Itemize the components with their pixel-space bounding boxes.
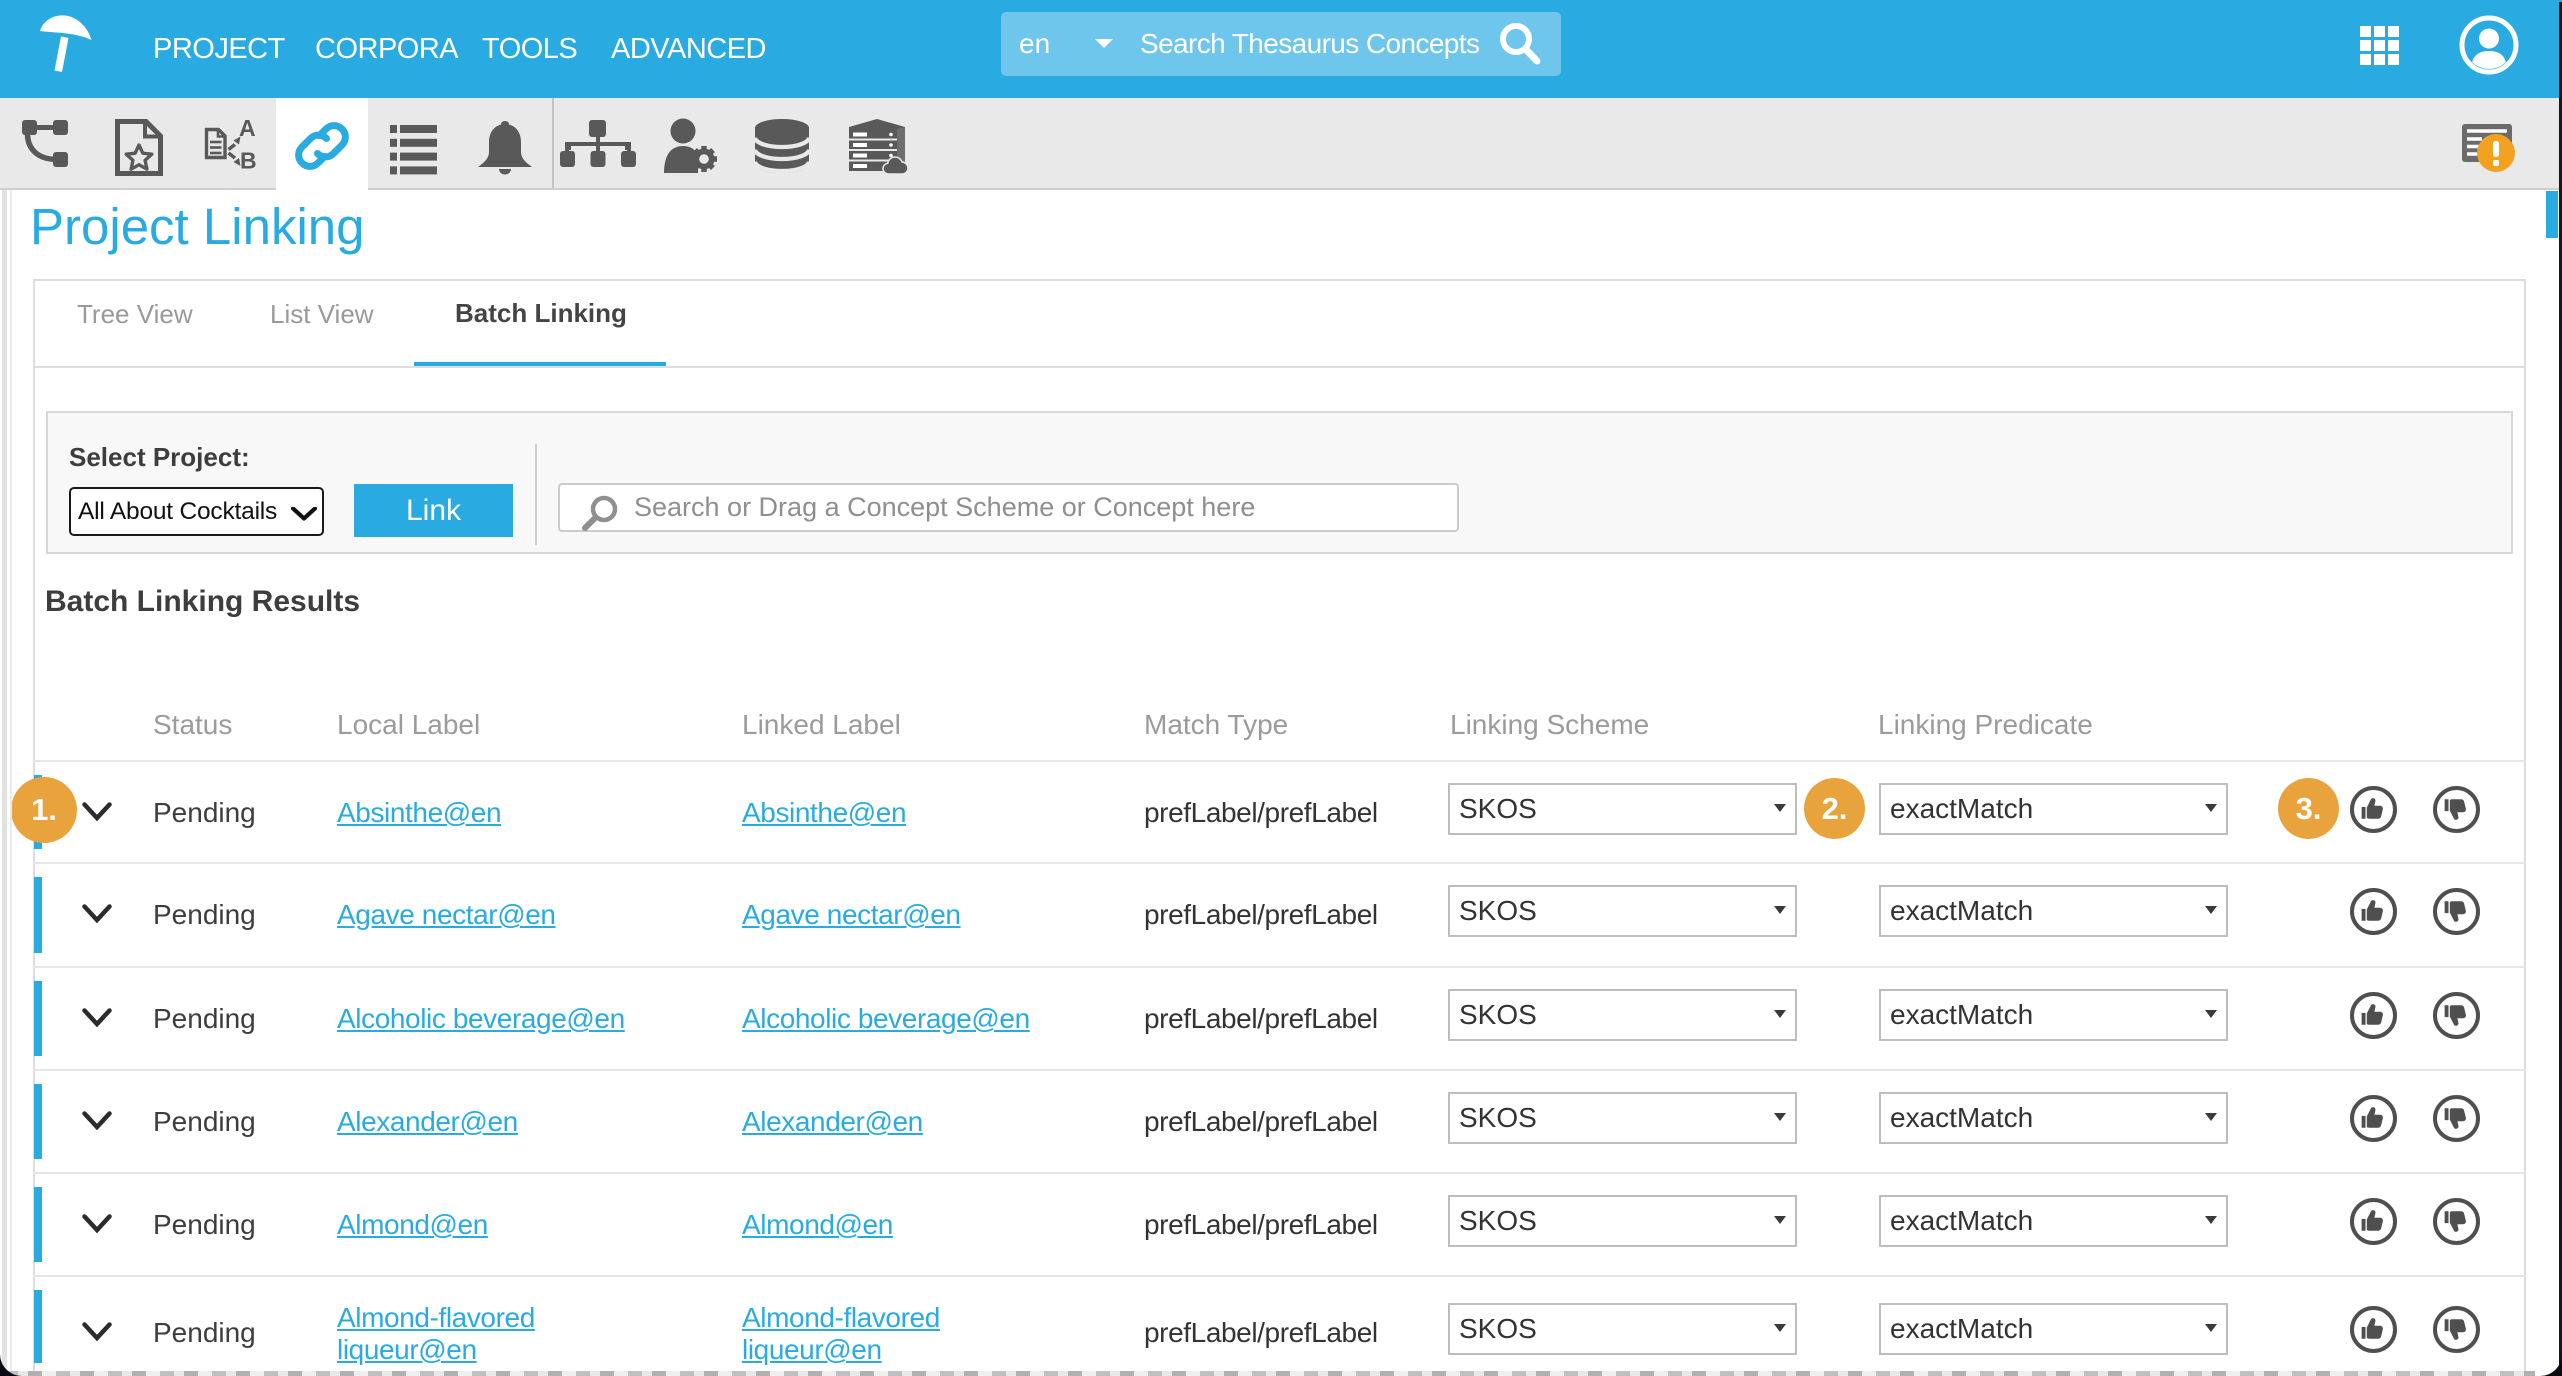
svg-text:A: A <box>239 117 256 141</box>
svg-text:B: B <box>240 148 257 172</box>
